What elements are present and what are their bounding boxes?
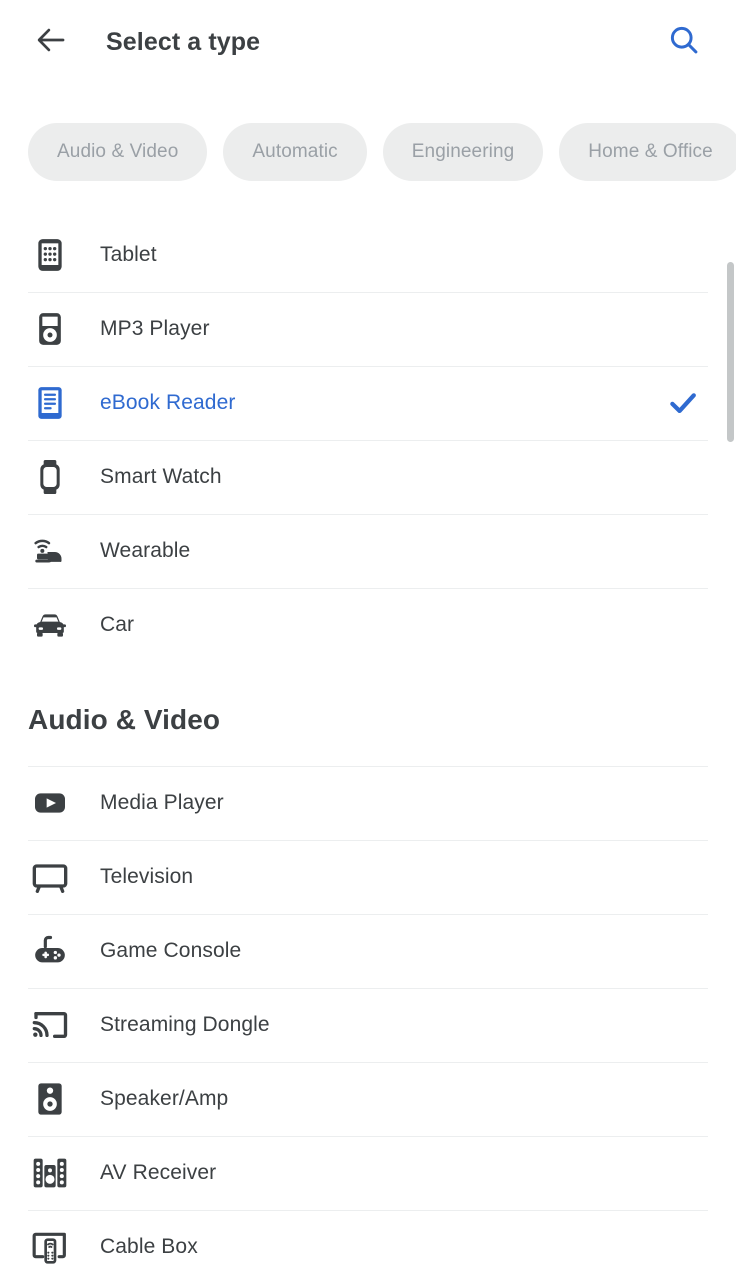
list-item-mp3-player[interactable]: MP3 Player: [0, 292, 736, 366]
list-item-label: eBook Reader: [100, 391, 236, 414]
list-item-label: Television: [100, 865, 194, 888]
list-item-ebook-reader[interactable]: eBook Reader: [0, 366, 736, 440]
av-receiver-icon: [28, 1151, 72, 1195]
list-item-label: MP3 Player: [100, 317, 210, 340]
filter-chip-home-office[interactable]: Home & Office: [559, 123, 736, 181]
filter-chip-row[interactable]: Audio & Video Automatic Engineering Home…: [0, 122, 736, 182]
device-type-list: Tablet MP3 Player eBook Reader Smart Wat…: [0, 218, 736, 662]
streaming-dongle-icon: [28, 1003, 72, 1047]
page-title: Select a type: [106, 27, 261, 56]
arrow-left-icon: [34, 23, 68, 62]
mp3-player-icon: [28, 307, 72, 351]
media-player-icon: [28, 781, 72, 825]
select-a-type-screen: Select a type Audio & Video Automatic En…: [0, 0, 736, 1280]
list-item-media-player[interactable]: Media Player: [0, 766, 736, 840]
list-item-car[interactable]: Car: [0, 588, 736, 662]
chip-label: Engineering: [411, 141, 515, 162]
list-item-label: AV Receiver: [100, 1161, 217, 1184]
check-icon: [666, 386, 700, 420]
list-item-av-receiver[interactable]: AV Receiver: [0, 1136, 736, 1210]
list-item-television[interactable]: Television: [0, 840, 736, 914]
list-item-label: Media Player: [100, 791, 224, 814]
back-button[interactable]: [28, 19, 74, 65]
car-icon: [28, 603, 72, 647]
search-button[interactable]: [660, 18, 708, 66]
list-item-label: Tablet: [100, 243, 157, 266]
chip-label: Automatic: [252, 141, 338, 162]
speaker-amp-icon: [28, 1077, 72, 1121]
list-item-label: Speaker/Amp: [100, 1087, 229, 1110]
list-item-wearable[interactable]: Wearable: [0, 514, 736, 588]
cable-box-icon: [28, 1225, 72, 1269]
audio-video-list: Media Player Television Game Console Str…: [0, 766, 736, 1280]
game-console-icon: [28, 929, 72, 973]
list-item-label: Streaming Dongle: [100, 1013, 270, 1036]
filter-chip-audio-video[interactable]: Audio & Video: [28, 123, 208, 181]
wearable-icon: [28, 529, 72, 573]
tablet-icon: [28, 233, 72, 277]
television-icon: [28, 855, 72, 899]
filter-chip-engineering[interactable]: Engineering: [382, 123, 544, 181]
chip-label: Home & Office: [588, 141, 713, 162]
list-item-label: Game Console: [100, 939, 242, 962]
list-item-game-console[interactable]: Game Console: [0, 914, 736, 988]
list-item-speaker-amp[interactable]: Speaker/Amp: [0, 1062, 736, 1136]
list-item-label: Car: [100, 613, 135, 636]
vertical-scrollbar[interactable]: [727, 262, 734, 442]
list-item-label: Wearable: [100, 539, 191, 562]
smart-watch-icon: [28, 455, 72, 499]
list-item-cable-box[interactable]: Cable Box: [0, 1210, 736, 1280]
list-item-label: Smart Watch: [100, 465, 222, 488]
list-item-smart-watch[interactable]: Smart Watch: [0, 440, 736, 514]
ebook-reader-icon: [28, 381, 72, 425]
chip-label: Audio & Video: [57, 141, 179, 162]
filter-chip-automatic[interactable]: Automatic: [223, 123, 367, 181]
list-item-label: Cable Box: [100, 1235, 198, 1258]
list-item-streaming-dongle[interactable]: Streaming Dongle: [0, 988, 736, 1062]
list-item-tablet[interactable]: Tablet: [0, 218, 736, 292]
search-icon: [667, 23, 701, 62]
app-bar: Select a type: [0, 0, 736, 84]
section-header-audio-video: Audio & Video: [28, 704, 221, 735]
